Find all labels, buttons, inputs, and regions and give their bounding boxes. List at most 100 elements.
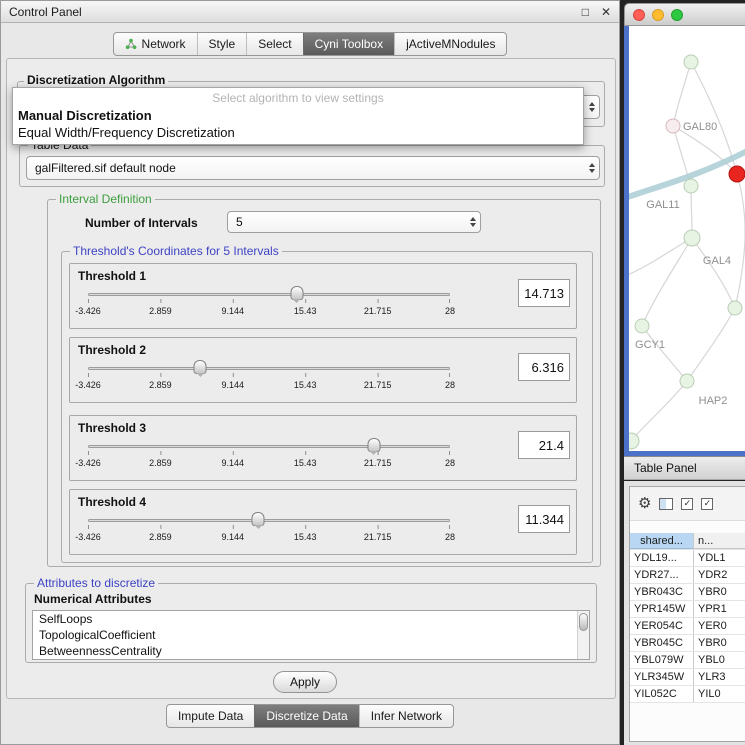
cell-name[interactable]: YBR0 bbox=[694, 635, 745, 651]
table-row[interactable]: YBR043C YBR0 bbox=[630, 584, 745, 601]
threshold-1-slider[interactable] bbox=[88, 286, 450, 304]
node-gal4[interactable] bbox=[684, 230, 700, 246]
table-row[interactable]: YLR345W YLR3 bbox=[630, 669, 745, 686]
cell-name[interactable]: YBR0 bbox=[694, 584, 745, 600]
tab-style[interactable]: Style bbox=[197, 33, 247, 55]
tick-label: 2.859 bbox=[149, 458, 172, 468]
cell-shared-name[interactable]: YDL19... bbox=[630, 550, 694, 566]
threshold-4-panel: Threshold 4 -3.426 2.859 9.144 15.43 21.… bbox=[69, 489, 577, 555]
threshold-1-value-field[interactable]: 14.713 bbox=[518, 279, 570, 307]
cell-shared-name[interactable]: YBL079W bbox=[630, 652, 694, 668]
threshold-3-value-field[interactable]: 21.4 bbox=[518, 431, 570, 459]
list-item-topologicalcoefficient[interactable]: TopologicalCoefficient bbox=[33, 627, 589, 643]
slider-thumb[interactable] bbox=[252, 512, 265, 526]
cell-shared-name[interactable]: YER054C bbox=[630, 618, 694, 634]
node-gcy1[interactable] bbox=[635, 319, 649, 333]
zoom-button[interactable] bbox=[671, 9, 683, 21]
checkbox-icon-2[interactable]: ✓ bbox=[701, 498, 713, 510]
tab-cyni-toolbox[interactable]: Cyni Toolbox bbox=[303, 33, 394, 55]
node[interactable] bbox=[684, 55, 698, 69]
slider-thumb[interactable] bbox=[290, 286, 303, 300]
slider-track[interactable] bbox=[88, 293, 450, 296]
slider-thumb[interactable] bbox=[194, 360, 207, 374]
cell-name[interactable]: YLR3 bbox=[694, 669, 745, 685]
slider-tickmarks bbox=[88, 451, 89, 455]
table-row[interactable]: YER054C YER0 bbox=[630, 618, 745, 635]
slider-track[interactable] bbox=[88, 445, 450, 448]
spinner-icon[interactable] bbox=[589, 102, 595, 112]
float-window-icon[interactable]: □ bbox=[582, 6, 589, 18]
cell-shared-name[interactable]: YIL052C bbox=[630, 686, 694, 702]
network-graph[interactable]: GAL80 GAL11 GAL4 GCY1 HAP2 bbox=[629, 26, 745, 451]
close-button[interactable] bbox=[633, 9, 645, 21]
table-row[interactable]: YDL19... YDL1 bbox=[630, 550, 745, 567]
attributes-scrollbar[interactable] bbox=[577, 611, 589, 659]
minimize-button[interactable] bbox=[652, 9, 664, 21]
thresholds-group-title: Threshold's Coordinates for 5 Intervals bbox=[70, 244, 282, 258]
dropdown-option-equal-width[interactable]: Equal Width/Frequency Discretization bbox=[13, 124, 583, 141]
tick-label: 28 bbox=[445, 306, 455, 316]
cell-shared-name[interactable]: YDR27... bbox=[630, 567, 694, 583]
number-of-intervals-combobox[interactable]: 5 bbox=[227, 211, 481, 233]
cell-name[interactable]: YDL1 bbox=[694, 550, 745, 566]
table-row[interactable]: YBR045C YBR0 bbox=[630, 635, 745, 652]
column-header-shared-name[interactable]: shared... bbox=[630, 533, 694, 549]
tab-infer-network[interactable]: Infer Network bbox=[359, 705, 453, 727]
table-row[interactable]: YDR27... YDR2 bbox=[630, 567, 745, 584]
list-item-betweennesscentrality[interactable]: BetweennessCentrality bbox=[33, 643, 589, 659]
tick-label: -3.426 bbox=[75, 458, 101, 468]
node-label-hap2: HAP2 bbox=[699, 395, 728, 407]
table-row[interactable]: YBL079W YBL0 bbox=[630, 652, 745, 669]
cell-name[interactable]: YIL0 bbox=[694, 686, 745, 702]
gear-icon[interactable]: ⚙ bbox=[638, 496, 651, 511]
cell-name[interactable]: YPR1 bbox=[694, 601, 745, 617]
node-selected-red[interactable] bbox=[729, 166, 745, 182]
threshold-4-value-field[interactable]: 11.344 bbox=[518, 505, 570, 533]
list-item-selfloops[interactable]: SelfLoops bbox=[33, 611, 589, 627]
network-view-canvas[interactable]: GAL80 GAL11 GAL4 GCY1 HAP2 bbox=[624, 26, 745, 456]
cell-name[interactable]: YER0 bbox=[694, 618, 745, 634]
table-toolbar: ⚙ ✓ ✓ bbox=[630, 487, 745, 521]
apply-button[interactable]: Apply bbox=[273, 671, 337, 693]
tab-discretize-data[interactable]: Discretize Data bbox=[254, 705, 358, 727]
node-gal80[interactable] bbox=[666, 119, 680, 133]
network-nodes[interactable] bbox=[629, 55, 745, 449]
tab-impute-data[interactable]: Impute Data bbox=[167, 705, 254, 727]
tick-label: 2.859 bbox=[149, 380, 172, 390]
node-gal11[interactable] bbox=[684, 179, 698, 193]
node[interactable] bbox=[629, 433, 639, 449]
columns-icon[interactable] bbox=[659, 498, 673, 510]
threshold-2-slider[interactable] bbox=[88, 360, 450, 378]
scrollbar-thumb[interactable] bbox=[579, 613, 588, 631]
table-window: ⚙ ✓ ✓ shared... n... YDL19... YDL1 YDR27… bbox=[629, 486, 745, 742]
tab-network[interactable]: Network bbox=[114, 33, 197, 55]
slider-track[interactable] bbox=[88, 367, 450, 370]
table-data-combobox[interactable]: galFiltered.sif default node bbox=[26, 156, 600, 180]
column-header-name[interactable]: n... bbox=[694, 533, 745, 549]
table-row[interactable]: YIL052C YIL0 bbox=[630, 686, 745, 703]
threshold-2-value-field[interactable]: 6.316 bbox=[518, 353, 570, 381]
tab-impute-data-label: Impute Data bbox=[178, 709, 243, 723]
cell-shared-name[interactable]: YLR345W bbox=[630, 669, 694, 685]
node-hap2[interactable] bbox=[680, 374, 694, 388]
tab-select[interactable]: Select bbox=[246, 33, 302, 55]
cell-shared-name[interactable]: YBR043C bbox=[630, 584, 694, 600]
slider-thumb[interactable] bbox=[367, 438, 380, 452]
close-window-icon[interactable]: ✕ bbox=[601, 6, 611, 18]
node[interactable] bbox=[728, 301, 742, 315]
dropdown-option-manual-discretization[interactable]: Manual Discretization bbox=[13, 107, 583, 124]
slider-tickmarks bbox=[88, 299, 89, 303]
slider-track[interactable] bbox=[88, 519, 450, 522]
table-row[interactable]: YPR145W YPR1 bbox=[630, 601, 745, 618]
threshold-4-slider[interactable] bbox=[88, 512, 450, 530]
threshold-3-slider[interactable] bbox=[88, 438, 450, 456]
cell-shared-name[interactable]: YBR045C bbox=[630, 635, 694, 651]
tick-label: -3.426 bbox=[75, 380, 101, 390]
spinner-icon[interactable] bbox=[589, 163, 595, 173]
tab-jactivemnodules[interactable]: jActiveMNodules bbox=[394, 33, 506, 55]
spinner-icon[interactable] bbox=[470, 217, 476, 227]
cell-name[interactable]: YBL0 bbox=[694, 652, 745, 668]
cell-shared-name[interactable]: YPR145W bbox=[630, 601, 694, 617]
cell-name[interactable]: YDR2 bbox=[694, 567, 745, 583]
checkbox-icon-1[interactable]: ✓ bbox=[681, 498, 693, 510]
